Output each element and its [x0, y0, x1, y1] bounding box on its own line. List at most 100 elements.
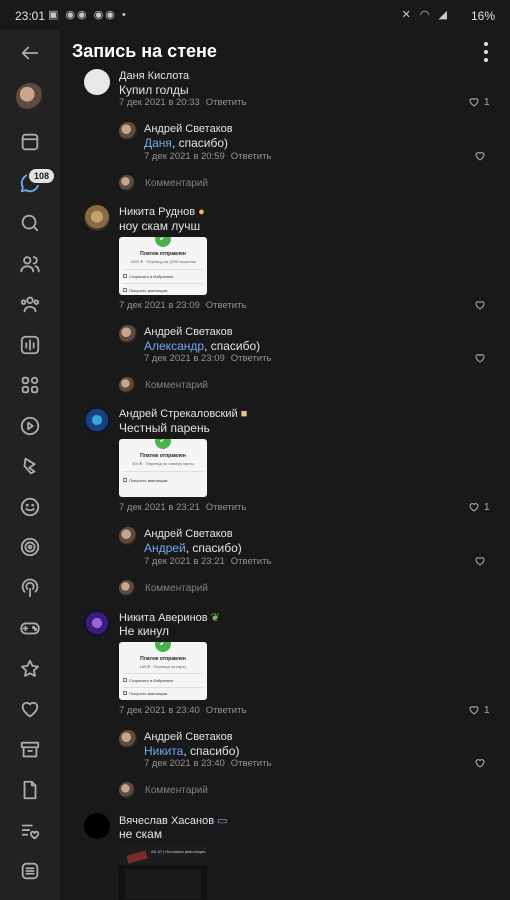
avatar[interactable] [119, 122, 137, 140]
reply-date: 7 дек 2021 в 20:59 [144, 151, 225, 162]
mention-link[interactable]: Александр [144, 339, 204, 353]
comment-meta: 7 дек 2021 в 23:09 Ответить [119, 300, 246, 311]
attached-photo[interactable]: ✓ Платеж отправлен 160 ₽ · Перевод на ка… [119, 642, 207, 700]
comment-text: Купил голды [119, 83, 189, 97]
avatar[interactable] [84, 205, 110, 231]
header: Запись на стене [60, 30, 510, 70]
reply-button[interactable]: Ответить [206, 705, 247, 716]
like-button[interactable] [474, 555, 486, 567]
comment-date: 7 дек 2021 в 23:40 [119, 705, 200, 716]
like-button[interactable]: 1 [468, 96, 490, 108]
attached-photo[interactable]: AK-47 | Неоновая революция [119, 845, 207, 900]
comment-input[interactable]: Комментарий [145, 380, 208, 391]
communities-icon[interactable] [15, 289, 45, 319]
comment-meta: 7 дек 2021 в 23:21 Ответить [119, 502, 246, 513]
reply-button[interactable]: Ответить [206, 502, 247, 513]
like-button[interactable]: 1 [468, 704, 490, 716]
like-button[interactable] [474, 757, 486, 769]
comment-meta: 7 дек 2021 в 20:33 Ответить [119, 97, 246, 108]
documents-icon[interactable] [15, 775, 45, 805]
comment-text: ноу скам лучш [119, 219, 201, 233]
comment-meta: 7 дек 2021 в 23:40 Ответить [119, 705, 246, 716]
music-icon[interactable] [15, 330, 45, 360]
mention-link[interactable]: Даня [144, 136, 172, 150]
reply-button[interactable]: Ответить [231, 151, 272, 162]
comment-text: Не кинул [119, 624, 169, 638]
avatar[interactable] [119, 325, 137, 343]
reply-button[interactable]: Ответить [206, 300, 247, 311]
reply-date: 7 дек 2021 в 23:40 [144, 758, 225, 769]
avatar[interactable] [84, 813, 110, 839]
mention-link[interactable]: Андрей [144, 541, 186, 555]
heart-icon [469, 503, 479, 512]
profile-avatar[interactable] [16, 83, 44, 111]
avatar[interactable] [84, 610, 110, 636]
check-icon: ✓ [155, 439, 171, 449]
services-icon[interactable] [15, 370, 45, 400]
comment-author[interactable]: Никита Аверинов ❦ [119, 611, 220, 624]
comment-author[interactable]: Андрей Стрекаловский ■ [119, 408, 247, 420]
archive-icon[interactable] [15, 735, 45, 765]
avatar [119, 377, 135, 393]
reply-button[interactable]: Ответить [231, 758, 272, 769]
back-icon[interactable] [15, 38, 45, 68]
avatar[interactable] [119, 730, 137, 748]
attached-photo[interactable]: ✓ Платеж отправлен 2003 ₽ · Перевод на Q… [119, 237, 207, 295]
mention-link[interactable]: Никита [144, 744, 183, 758]
search-icon[interactable] [15, 208, 45, 238]
comment-author[interactable]: Вячеслав Хасанов ▭ [119, 814, 228, 827]
podcasts-icon[interactable] [15, 573, 45, 603]
reply-button[interactable]: Ответить [231, 353, 272, 364]
avatar[interactable] [119, 527, 137, 545]
system-icons: ✕ ◠ ◢ [401, 9, 450, 21]
reply-author[interactable]: Андрей Светаков [144, 731, 233, 743]
like-count: 1 [484, 704, 490, 716]
like-count: 1 [484, 501, 490, 513]
comment-text: не скам [119, 827, 163, 841]
avatar [119, 175, 135, 191]
reply-author[interactable]: Андрей Светаков [144, 123, 233, 135]
reply-author[interactable]: Андрей Светаков [144, 326, 233, 338]
avatar[interactable] [84, 69, 110, 95]
like-button[interactable] [474, 150, 486, 162]
attached-photo[interactable]: ✓ Платеж отправлен 400 ₽ · Перевод по но… [119, 439, 207, 497]
comment-text: Честный парень [119, 421, 210, 435]
comment-input[interactable]: Комментарий [145, 178, 208, 189]
comment-input[interactable]: Комментарий [145, 583, 208, 594]
clips-icon[interactable] [15, 451, 45, 481]
likes-icon[interactable] [15, 694, 45, 724]
reply-date: 7 дек 2021 в 23:21 [144, 556, 225, 567]
like-button[interactable] [474, 352, 486, 364]
stickers-icon[interactable] [15, 492, 45, 522]
comments-feed: Даня Кислота Купил голды 7 дек 2021 в 20… [60, 66, 510, 900]
heart-icon [475, 301, 485, 310]
reply-meta: 7 дек 2021 в 23:21 Ответить [144, 556, 271, 567]
comment-author[interactable]: Никита Руднов ● [119, 206, 205, 218]
reply-button[interactable]: Ответить [206, 97, 247, 108]
heart-icon [475, 557, 485, 566]
comment-input[interactable]: Комментарий [145, 785, 208, 796]
more-options-icon[interactable] [478, 42, 494, 62]
messages-badge: 108 [27, 167, 57, 185]
bookmarks-icon[interactable] [15, 654, 45, 684]
like-button[interactable] [474, 299, 486, 311]
reply-text: Даня, спасибо) [144, 136, 229, 150]
reply-button[interactable]: Ответить [231, 556, 272, 567]
avatar[interactable] [84, 407, 110, 433]
menu-icon[interactable] [15, 856, 45, 886]
reply-text: Александр, спасибо) [144, 339, 261, 353]
friends-icon[interactable] [15, 249, 45, 279]
wishlist-icon[interactable] [15, 816, 45, 846]
comment-author[interactable]: Даня Кислота [119, 70, 189, 82]
reply-text: Андрей, спасибо) [144, 541, 242, 555]
target-icon[interactable] [15, 532, 45, 562]
reply-meta: 7 дек 2021 в 23:40 Ответить [144, 758, 271, 769]
games-icon[interactable] [15, 613, 45, 643]
reply-author[interactable]: Андрей Светаков [144, 528, 233, 540]
avatar [119, 580, 135, 596]
heart-icon [475, 152, 485, 161]
reply-meta: 7 дек 2021 в 23:09 Ответить [144, 353, 271, 364]
like-button[interactable]: 1 [468, 501, 490, 513]
news-icon[interactable] [15, 127, 45, 157]
video-icon[interactable] [15, 411, 45, 441]
